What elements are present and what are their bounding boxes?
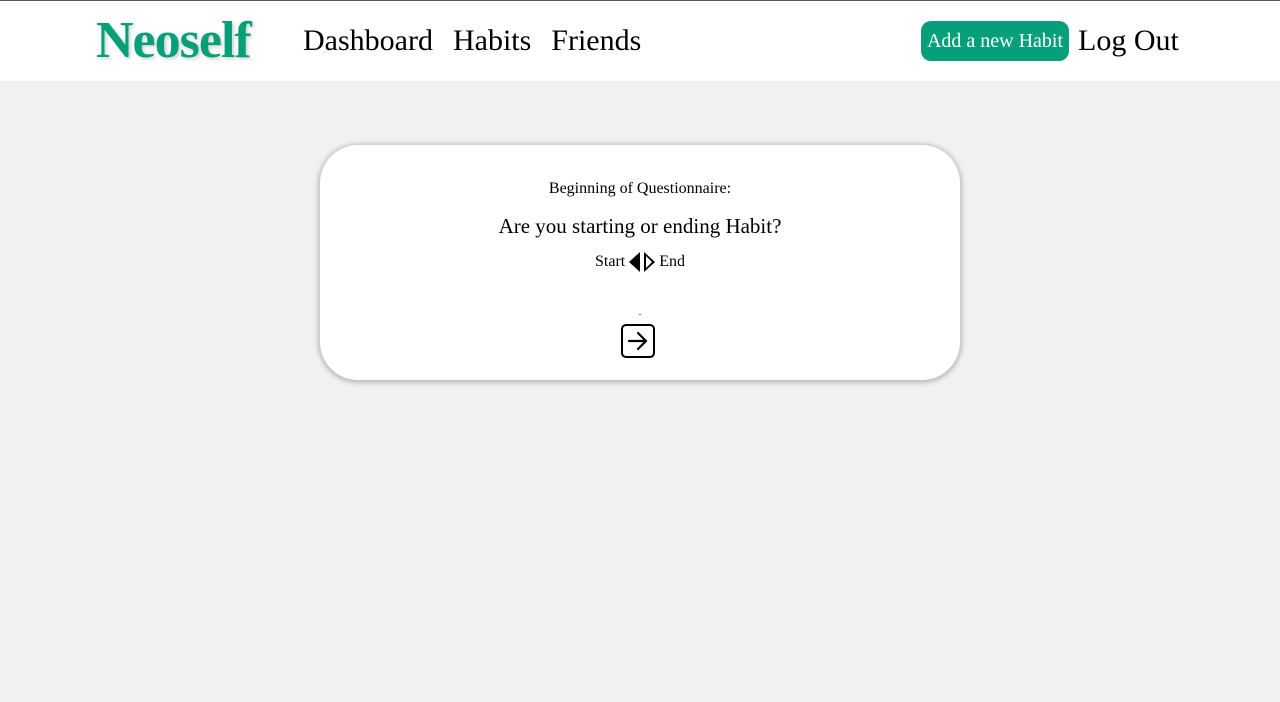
brand-logo[interactable]: Neoself: [96, 13, 252, 69]
top-navbar: Neoself Dashboard Habits Friends Add a n…: [0, 1, 1280, 81]
nav-links: Dashboard Habits Friends: [303, 21, 641, 61]
next-button[interactable]: [621, 324, 655, 358]
nav-link-habits[interactable]: Habits: [453, 21, 531, 61]
nav-link-dashboard[interactable]: Dashboard: [303, 21, 433, 61]
start-end-toggle: Start End: [320, 251, 960, 273]
arrow-right-square-icon: [627, 331, 648, 351]
logout-link[interactable]: Log Out: [1078, 21, 1179, 61]
nav-link-friends[interactable]: Friends: [551, 21, 641, 61]
add-habit-button[interactable]: Add a new Habit: [921, 21, 1069, 61]
questionnaire-card: Beginning of Questionnaire: Are you star…: [320, 145, 960, 380]
triangle-right-icon[interactable]: [644, 252, 656, 272]
progress-dot: [639, 314, 641, 315]
option-start-label: Start: [595, 253, 626, 270]
questionnaire-heading: Beginning of Questionnaire:: [548, 180, 732, 197]
triangle-left-icon[interactable]: [629, 252, 641, 272]
questionnaire-question: Are you starting or ending Habit?: [498, 214, 782, 238]
option-end-label: End: [659, 253, 685, 270]
